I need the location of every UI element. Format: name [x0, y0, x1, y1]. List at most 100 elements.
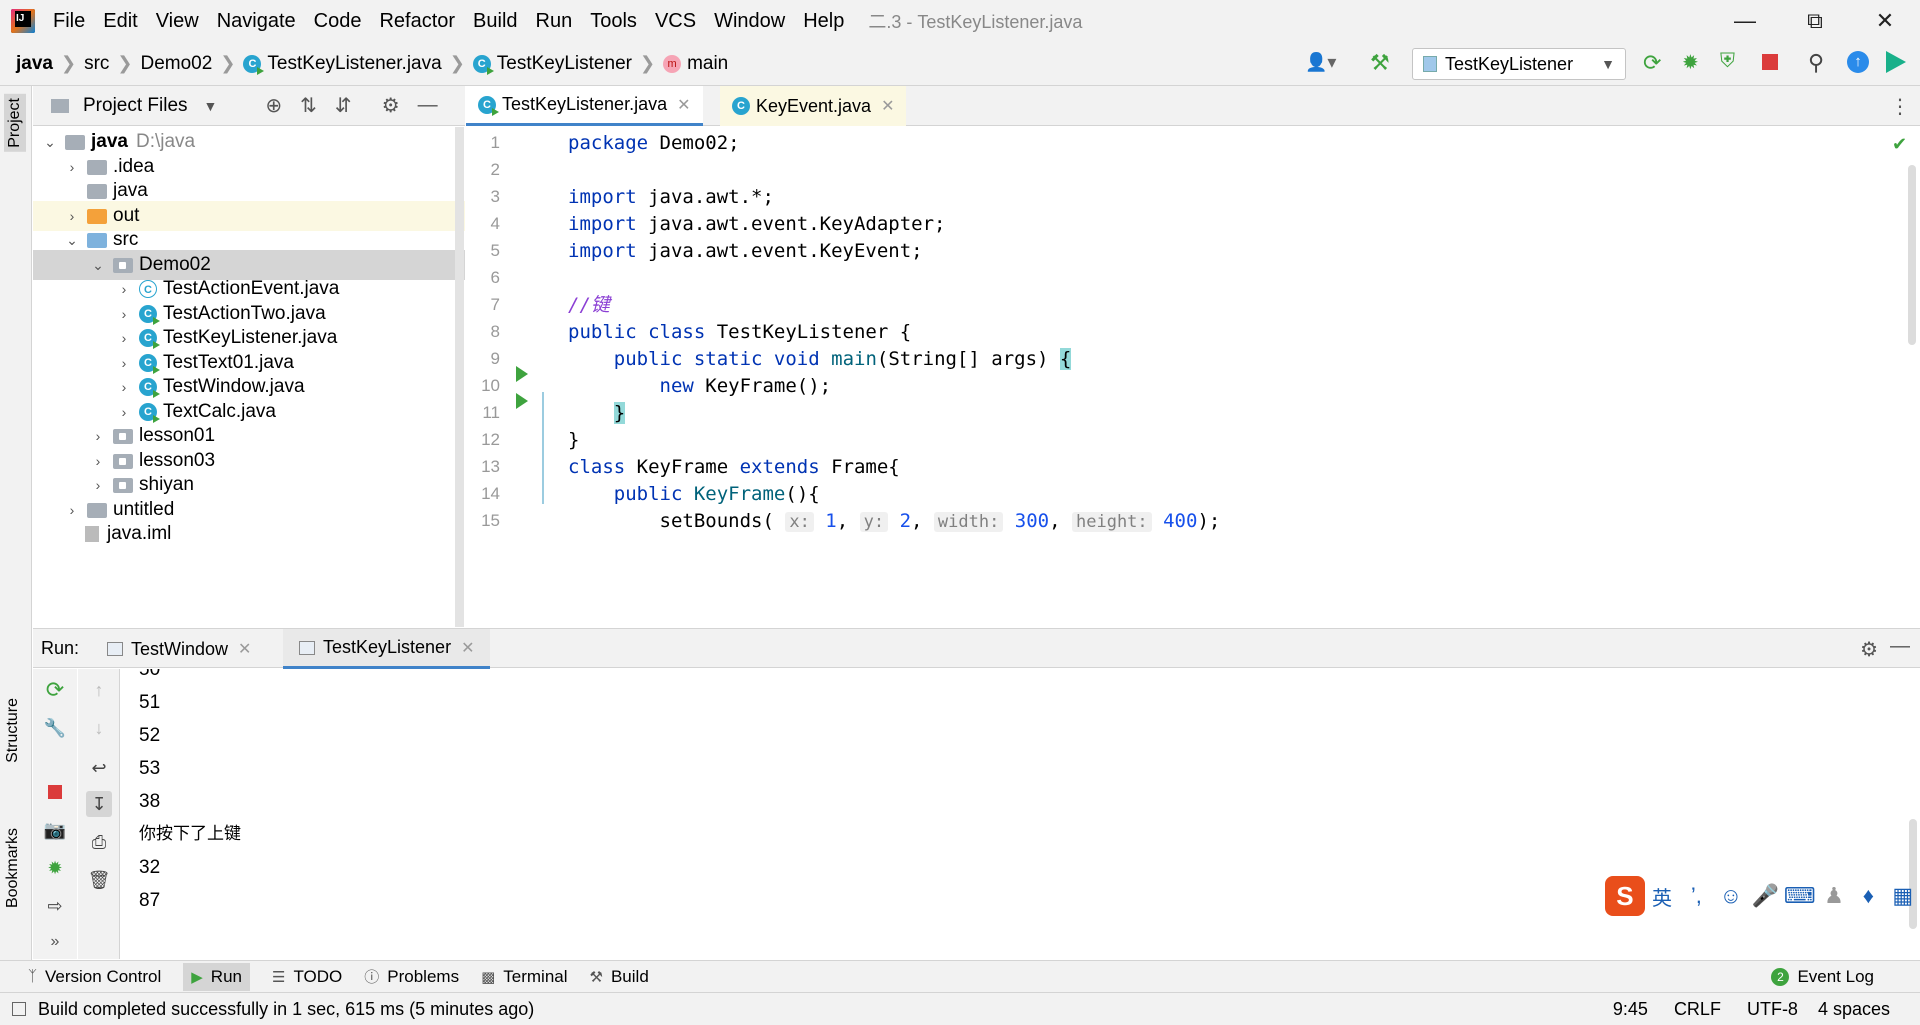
chevron-right-icon[interactable]: ›: [65, 159, 79, 175]
code-editor[interactable]: package Demo02; import java.awt.*; impor…: [556, 127, 1920, 627]
user-icon[interactable]: 👤▾: [1305, 52, 1345, 78]
menu-vcs[interactable]: VCS: [655, 10, 696, 33]
more-icon[interactable]: »: [42, 929, 68, 955]
expand-all-icon[interactable]: ⇅: [300, 93, 317, 118]
chevron-right-icon[interactable]: ›: [117, 330, 131, 346]
build-hammer-icon[interactable]: ⚒: [1370, 50, 1390, 76]
breadcrumb-file[interactable]: C TestKeyListener.java: [243, 53, 442, 75]
menu-tools[interactable]: Tools: [590, 10, 637, 33]
debug-icon[interactable]: ✹: [42, 855, 68, 881]
close-tab-icon[interactable]: ✕: [677, 95, 690, 115]
menu-navigate[interactable]: Navigate: [217, 10, 296, 33]
menu-view[interactable]: View: [156, 10, 199, 33]
soft-wrap-icon[interactable]: ↩: [86, 755, 112, 781]
chevron-right-icon[interactable]: ›: [117, 404, 131, 420]
menu-build[interactable]: Build: [473, 10, 517, 33]
chevron-right-icon[interactable]: ›: [117, 355, 131, 371]
editor-scrollbar[interactable]: [1908, 165, 1916, 345]
rerun-icon[interactable]: ⟳: [42, 677, 68, 703]
project-tool-tab[interactable]: Project: [4, 94, 26, 152]
breadcrumb-src[interactable]: src: [84, 53, 109, 75]
close-tab-icon[interactable]: ✕: [238, 639, 251, 659]
menu-run[interactable]: Run: [536, 10, 573, 33]
search-icon[interactable]: ⚲: [1808, 50, 1824, 76]
chevron-down-icon[interactable]: ⌄: [43, 134, 57, 151]
breadcrumb-java[interactable]: java: [16, 53, 53, 75]
keyboard-icon[interactable]: ⌨: [1782, 883, 1816, 909]
locate-icon[interactable]: ⊕: [265, 93, 282, 118]
run-gutter-icon[interactable]: [516, 366, 528, 382]
sogou-logo-icon[interactable]: S: [1605, 876, 1645, 916]
menu-edit[interactable]: Edit: [103, 10, 137, 33]
stop-icon[interactable]: [1762, 54, 1778, 70]
run-gutter-icon[interactable]: [516, 393, 528, 409]
chevron-right-icon[interactable]: ›: [91, 453, 105, 469]
close-icon[interactable]: ✕: [1850, 0, 1920, 42]
bookmarks-tool-tab[interactable]: Bookmarks: [4, 828, 22, 908]
tab-todo[interactable]: ☰ TODO: [272, 967, 342, 987]
chevron-right-icon[interactable]: ›: [117, 281, 131, 297]
emoji-icon[interactable]: ☺: [1714, 883, 1748, 909]
tab-run[interactable]: ▶ Run: [183, 962, 250, 991]
chevron-right-icon[interactable]: ›: [91, 428, 105, 444]
ime-mode-toggle[interactable]: 英: [1645, 882, 1679, 911]
punctuation-icon[interactable]: ’,: [1679, 883, 1713, 909]
panel-toggle-icon[interactable]: [12, 1002, 26, 1016]
scroll-to-end-icon[interactable]: ↧: [86, 791, 112, 817]
status-message[interactable]: Build completed successfully in 1 sec, 6…: [38, 999, 534, 1020]
breadcrumb-method[interactable]: m main: [663, 53, 728, 75]
collapse-all-icon[interactable]: ⇵: [335, 93, 352, 118]
close-tab-icon[interactable]: ✕: [881, 96, 894, 116]
hide-panel-icon[interactable]: —: [418, 94, 438, 117]
chevron-right-icon[interactable]: ›: [117, 379, 131, 395]
event-log-button[interactable]: 2 Event Log: [1771, 967, 1874, 987]
stop-icon[interactable]: [42, 779, 68, 805]
minimize-icon[interactable]: —: [1710, 0, 1780, 42]
line-separator[interactable]: CRLF: [1674, 999, 1721, 1020]
camera-icon[interactable]: 📷: [42, 817, 68, 843]
chevron-right-icon[interactable]: ›: [65, 208, 79, 224]
no-problems-check-icon[interactable]: ✔: [1892, 134, 1907, 155]
caret-position[interactable]: 9:45: [1613, 999, 1648, 1020]
tab-problems[interactable]: ⓘ Problems: [364, 966, 459, 987]
gear-icon[interactable]: ⚙: [382, 93, 400, 118]
chevron-down-icon[interactable]: ⌄: [91, 257, 105, 274]
microphone-icon[interactable]: 🎤: [1748, 883, 1782, 909]
chevron-right-icon[interactable]: ›: [65, 502, 79, 518]
skin-icon[interactable]: ♦: [1851, 883, 1885, 909]
rerun-icon[interactable]: ⟳: [1643, 50, 1661, 76]
breadcrumb-class[interactable]: C TestKeyListener: [472, 53, 632, 75]
menu-help[interactable]: Help: [803, 10, 844, 33]
jetbrains-toolbox-icon[interactable]: [1886, 51, 1906, 73]
menu-file[interactable]: File: [53, 10, 85, 33]
wrench-icon[interactable]: 🔧: [42, 715, 68, 741]
chevron-right-icon[interactable]: ›: [117, 306, 131, 322]
tab-testkeylistener[interactable]: C TestKeyListener.java ✕: [466, 86, 703, 126]
tab-keyevent[interactable]: C KeyEvent.java ✕: [720, 86, 907, 126]
trash-icon[interactable]: 🗑: [86, 867, 112, 893]
project-scrollbar[interactable]: [455, 127, 464, 627]
chevron-down-icon[interactable]: ⌄: [65, 232, 79, 249]
close-tab-icon[interactable]: ✕: [461, 638, 474, 658]
restore-icon[interactable]: ⧉: [1780, 0, 1850, 42]
print-icon[interactable]: ⎙: [86, 829, 112, 855]
down-arrow-icon[interactable]: ↓: [86, 715, 112, 741]
file-encoding[interactable]: UTF-8: [1747, 999, 1798, 1020]
exit-icon[interactable]: ⇨: [42, 893, 68, 919]
update-icon[interactable]: ↑: [1847, 51, 1869, 73]
chevron-down-icon[interactable]: ▼: [204, 98, 218, 114]
up-arrow-icon[interactable]: ↑: [86, 677, 112, 703]
menu-window[interactable]: Window: [714, 10, 785, 33]
run-config-select[interactable]: TestKeyListener ▼: [1412, 48, 1626, 80]
gear-icon[interactable]: ⚙: [1860, 637, 1878, 662]
menu-refactor[interactable]: Refactor: [379, 10, 455, 33]
project-view-selector[interactable]: Project Files: [83, 95, 188, 117]
run-tab-testwindow[interactable]: TestWindow ✕: [107, 629, 251, 669]
indent-setting[interactable]: 4 spaces: [1818, 999, 1890, 1020]
tab-build[interactable]: ⚒ Build: [590, 967, 649, 987]
tab-version-control[interactable]: ᛉ Version Control: [28, 967, 161, 987]
tree-item-java-iml[interactable]: java.iml: [33, 519, 465, 549]
breadcrumb-demo02[interactable]: Demo02: [141, 53, 213, 75]
run-tab-testkeylistener[interactable]: TestKeyListener ✕: [283, 629, 491, 669]
hide-panel-icon[interactable]: —: [1890, 635, 1910, 658]
